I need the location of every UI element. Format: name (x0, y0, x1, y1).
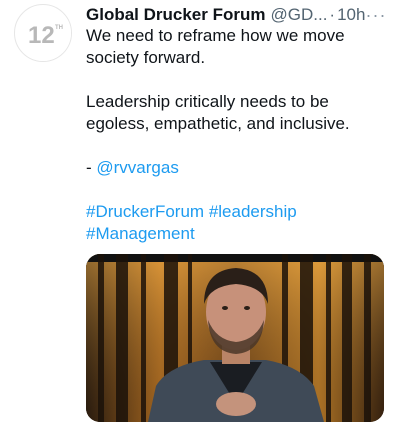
hashtag-druckerforum[interactable]: #DruckerForum (86, 202, 204, 221)
handle[interactable]: @GD... (270, 4, 327, 26)
avatar-logo: 12 TH (16, 6, 71, 61)
mention-line: - @rvvargas (86, 157, 386, 179)
mention-link[interactable]: @rvvargas (96, 158, 178, 177)
avatar-superscript: TH (55, 25, 63, 31)
timestamp[interactable]: 10h (337, 4, 365, 26)
media-video-thumbnail[interactable] (86, 254, 384, 422)
tweet-header: Global Drucker Forum @GD... · 10h ··· (86, 4, 386, 26)
video-frame-image (86, 254, 384, 422)
tweet-line: We need to reframe how we move (86, 26, 345, 45)
hashtag-line: #Management (86, 223, 386, 245)
mention-prefix: - (86, 158, 97, 177)
tweet[interactable]: 12 TH Global Drucker Forum @GD... · 10h … (0, 0, 400, 424)
avatar[interactable]: 12 TH (14, 4, 72, 62)
hashtag-leadership[interactable]: #leadership (209, 202, 297, 221)
tweet-text: We need to reframe how we move society f… (86, 25, 386, 245)
tweet-line: Leadership critically needs to be (86, 92, 329, 111)
separator-dot: · (329, 5, 336, 24)
avatar-text: 12 (28, 22, 55, 49)
more-options-icon[interactable]: ··· (365, 4, 386, 26)
tweet-line: egoless, empathetic, and inclusive. (86, 114, 350, 133)
tweet-line: society forward. (86, 48, 206, 67)
hashtag-management[interactable]: #Management (86, 224, 195, 243)
hashtag-line: #DruckerForum #leadership (86, 201, 386, 223)
display-name[interactable]: Global Drucker Forum (86, 4, 265, 26)
